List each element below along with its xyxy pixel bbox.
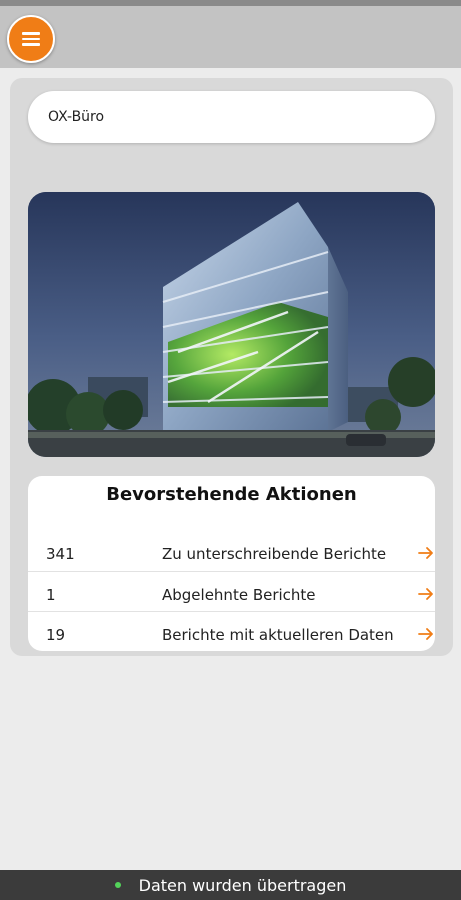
action-label: Zu unterschreibende Berichte: [162, 545, 387, 563]
action-row-newer-data-reports[interactable]: 19 Berichte mit aktuelleren Daten: [28, 615, 435, 655]
status-bar: Daten wurden übertragen: [0, 870, 461, 900]
status-text: Daten wurden übertragen: [138, 875, 347, 895]
hamburger-menu-icon: [22, 32, 40, 46]
menu-button[interactable]: [7, 15, 55, 63]
office-building-image: [28, 192, 435, 457]
action-count: 341: [46, 545, 75, 563]
app-bar: [0, 6, 461, 68]
arrow-right-icon: [418, 547, 433, 559]
arrow-right-icon: [418, 588, 433, 600]
office-select-field[interactable]: OX-Büro: [28, 91, 435, 143]
row-divider: [28, 571, 435, 572]
action-row-reports-to-sign[interactable]: 341 Zu unterschreibende Berichte: [28, 534, 435, 574]
action-row-rejected-reports[interactable]: 1 Abgelehnte Berichte: [28, 575, 435, 615]
arrow-right-icon: [418, 628, 433, 640]
action-count: 1: [46, 586, 56, 604]
action-count: 19: [46, 626, 66, 644]
row-divider: [28, 611, 435, 612]
action-label: Berichte mit aktuelleren Daten: [162, 626, 394, 644]
upcoming-actions-title: Bevorstehende Aktionen: [106, 484, 357, 505]
office-select-value: OX-Büro: [48, 109, 105, 125]
action-label: Abgelehnte Berichte: [162, 586, 316, 604]
status-dot-icon: [114, 882, 121, 888]
